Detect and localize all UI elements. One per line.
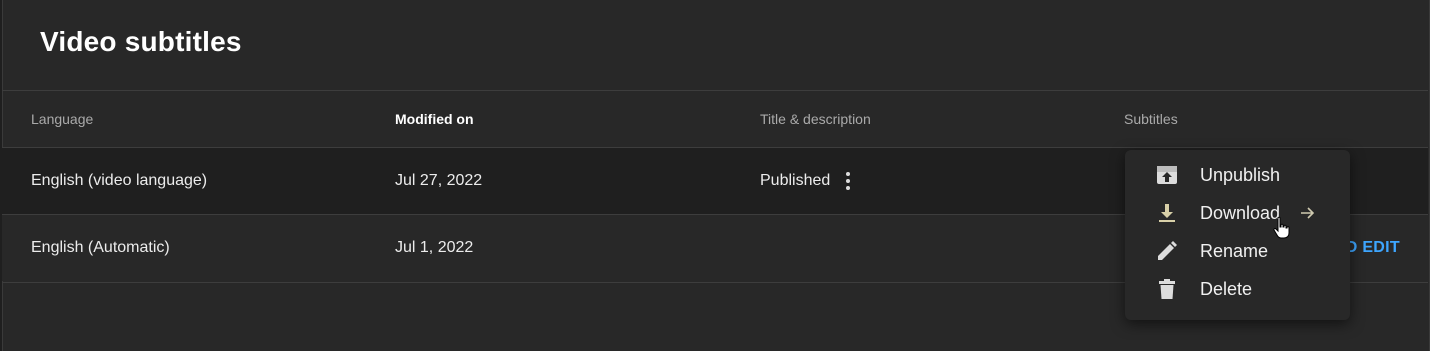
menu-item-delete[interactable]: Delete — [1125, 270, 1350, 308]
pencil-icon — [1158, 241, 1177, 260]
more-options-icon[interactable] — [838, 170, 858, 192]
menu-item-unpublish[interactable]: Unpublish — [1125, 156, 1350, 194]
column-header-title-description[interactable]: Title & description — [760, 111, 871, 127]
modified-date-cell: Jul 27, 2022 — [395, 172, 483, 189]
arrow-right-icon — [1301, 207, 1315, 219]
context-menu: Unpublish Download Rename Delete — [1125, 150, 1350, 320]
hand-cursor-icon — [1273, 216, 1290, 239]
menu-item-rename[interactable]: Rename — [1125, 232, 1350, 270]
menu-item-label: Download — [1200, 203, 1281, 223]
header-divider-top — [2, 90, 1428, 91]
duplicate-and-edit-link[interactable]: DUPLICATE AND EDIT — [1342, 239, 1400, 257]
menu-item-label: Delete — [1200, 279, 1253, 299]
column-header-modified-on[interactable]: Modified on — [395, 111, 474, 127]
column-header-language[interactable]: Language — [31, 111, 93, 127]
trash-icon — [1159, 279, 1175, 299]
menu-item-label: Unpublish — [1200, 165, 1281, 185]
modified-date-cell: Jul 1, 2022 — [395, 239, 474, 256]
unpublish-icon — [1157, 166, 1177, 184]
language-cell: English (video language) — [31, 172, 208, 189]
column-header-subtitles[interactable]: Subtitles — [1124, 111, 1178, 127]
title-status-cell: Published — [760, 172, 831, 189]
download-icon — [1159, 204, 1175, 222]
language-cell: English (Automatic) — [31, 239, 170, 256]
menu-item-label: Rename — [1200, 241, 1269, 261]
page-title: Video subtitles — [40, 26, 242, 57]
